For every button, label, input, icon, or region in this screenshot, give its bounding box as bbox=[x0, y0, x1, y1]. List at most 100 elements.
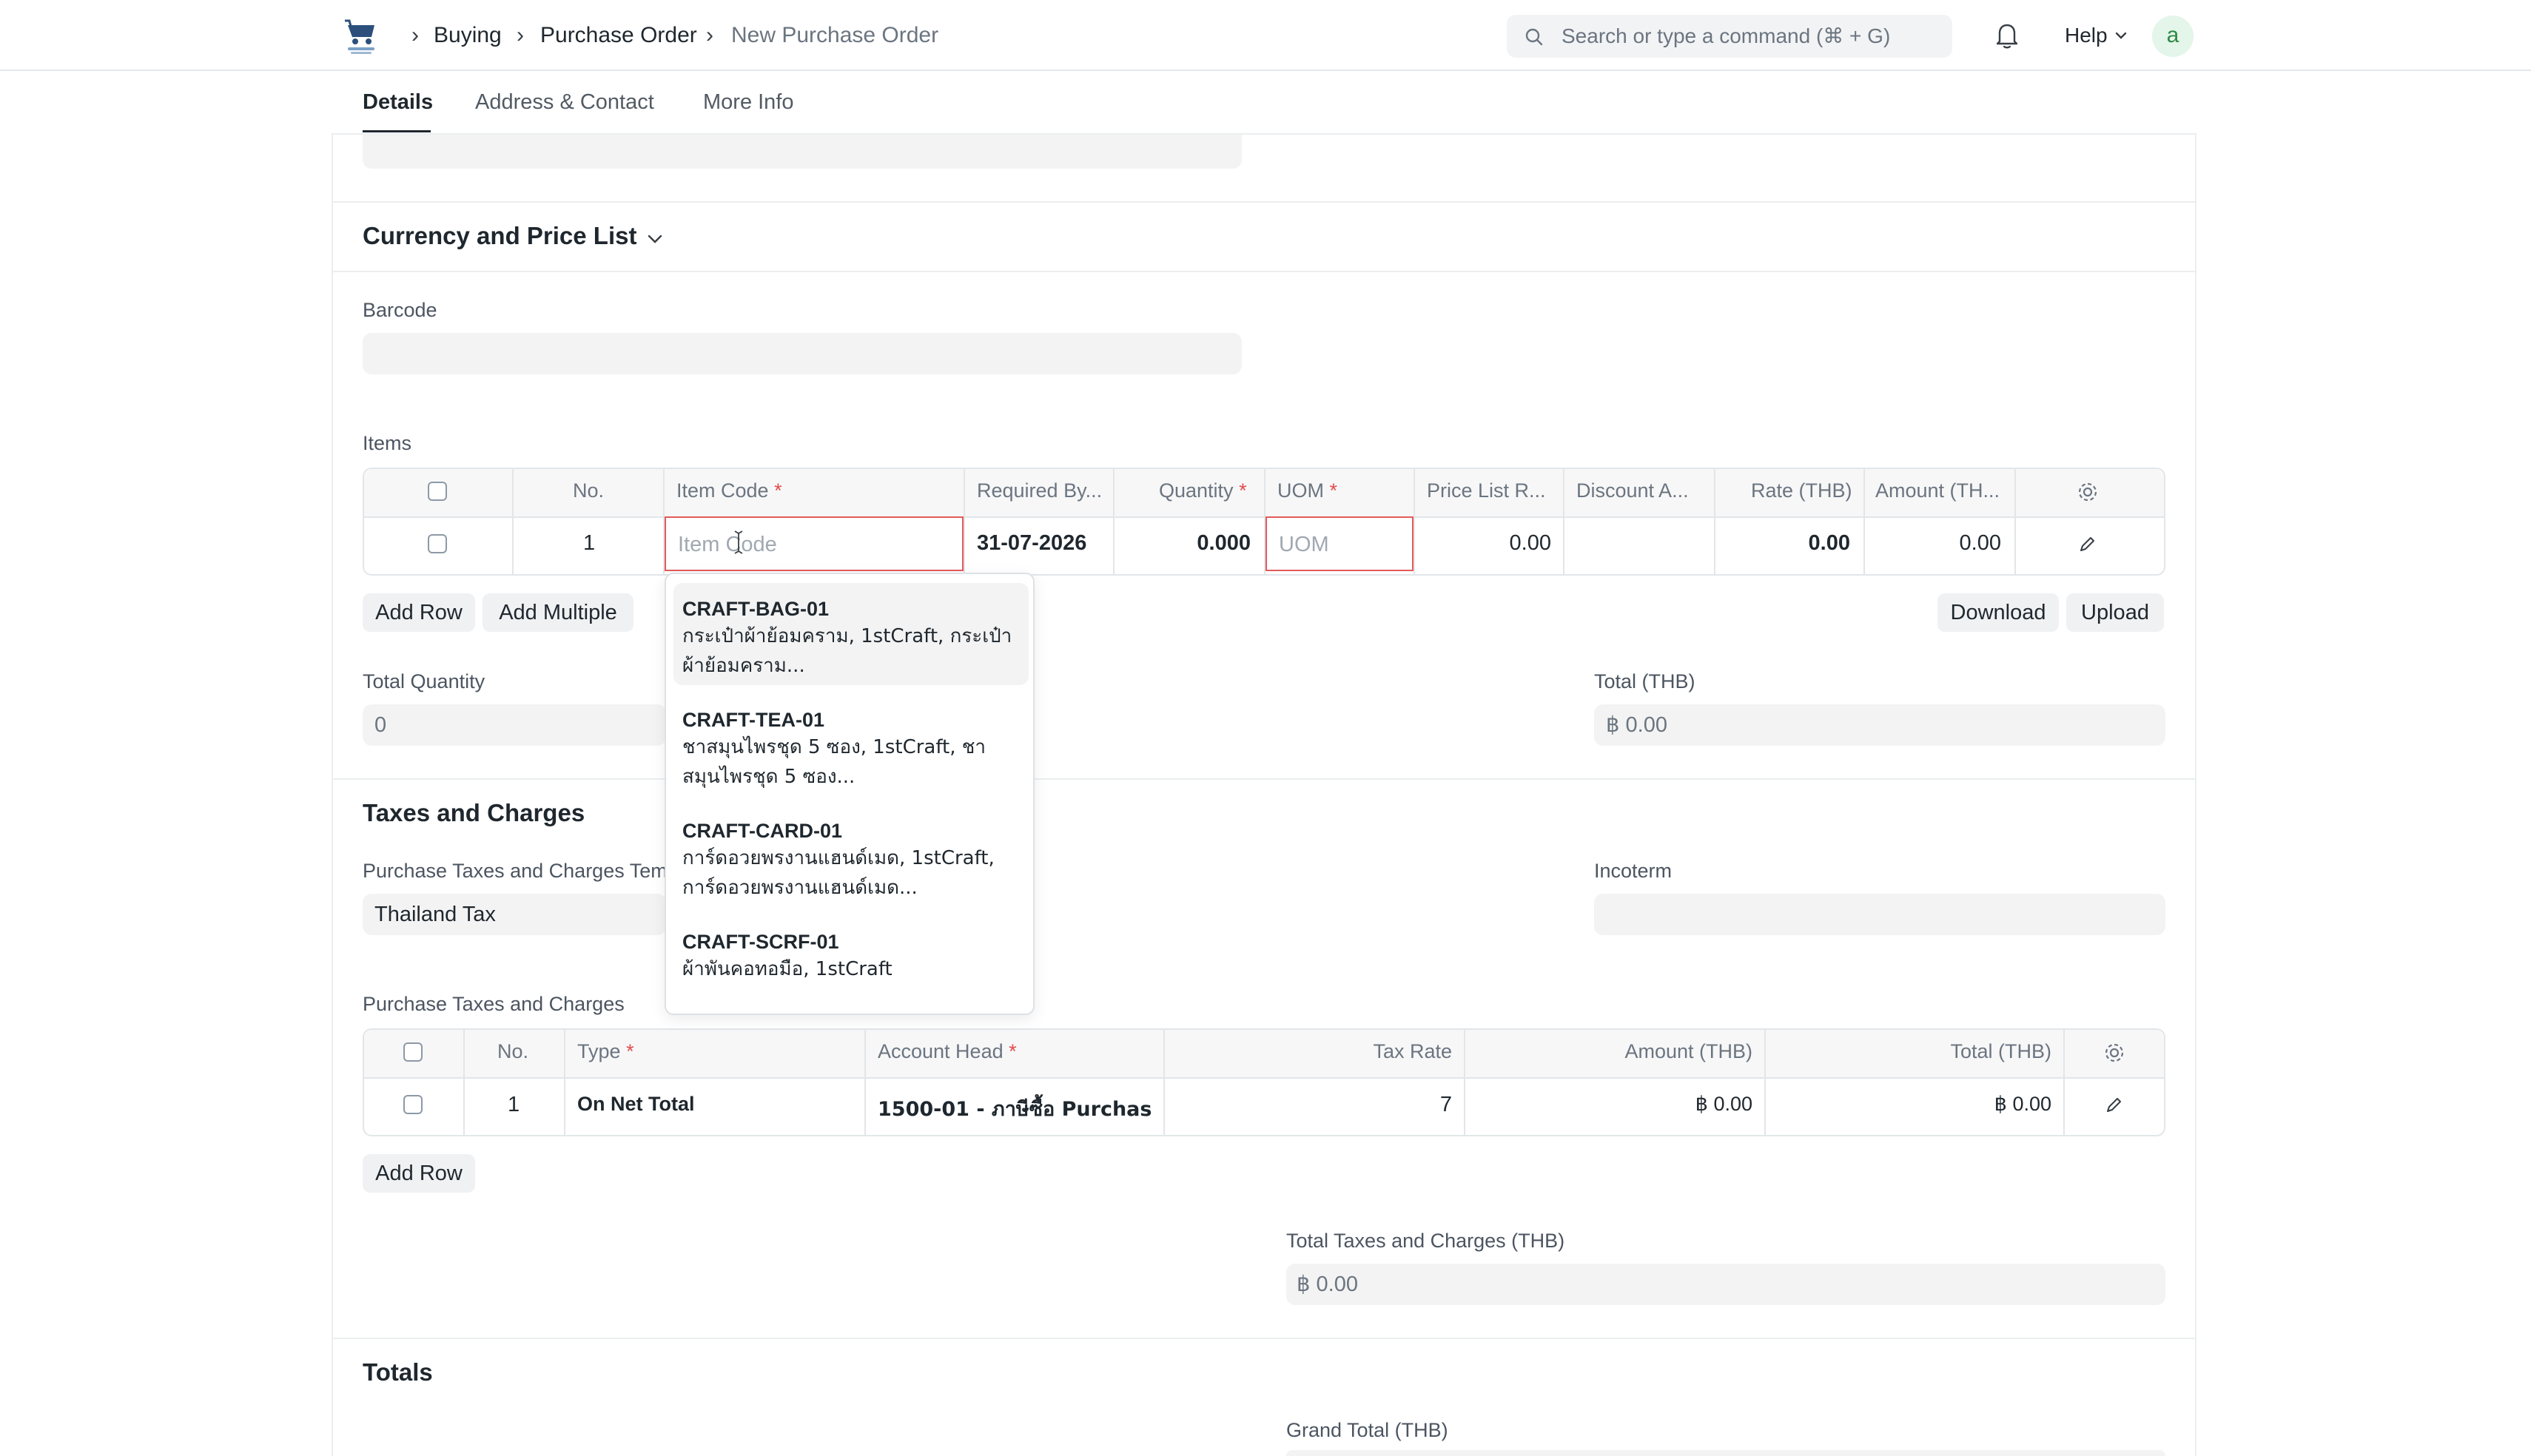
column-header-rate: Rate (THB) bbox=[1751, 479, 1852, 502]
required-mark: * bbox=[626, 1040, 634, 1062]
amount-value: 0.00 bbox=[1959, 531, 2001, 555]
column-divider bbox=[1464, 1030, 1465, 1135]
section-divider bbox=[332, 778, 2196, 780]
chevron-right-icon: › bbox=[706, 23, 713, 47]
breadcrumb-purchase-order[interactable]: Purchase Order bbox=[540, 21, 697, 50]
taxes-template-label: Purchase Taxes and Charges Template bbox=[363, 860, 666, 882]
column-header-label: Type bbox=[577, 1040, 621, 1062]
items-label: Items bbox=[363, 432, 412, 454]
gear-icon[interactable] bbox=[2103, 1042, 2125, 1064]
breadcrumb-buying[interactable]: Buying bbox=[434, 21, 502, 50]
item-code-placeholder: Item Code bbox=[678, 533, 777, 556]
total-quantity-label: Total Quantity bbox=[363, 670, 485, 692]
text-cursor-icon bbox=[734, 530, 743, 554]
search-input[interactable]: Search or type a command (⌘ + G) bbox=[1507, 15, 1952, 58]
incoterm-input[interactable] bbox=[1594, 894, 2165, 935]
option-item-code: CRAFT-CARD-01 bbox=[682, 820, 842, 842]
price-list-rate-value[interactable]: 0.00 bbox=[1418, 531, 1551, 556]
account-head-value[interactable]: 1500-01 - ภาษีซื้อ Purchase ... bbox=[878, 1093, 1152, 1125]
rate-value[interactable]: 0.00 bbox=[1717, 531, 1850, 556]
gear-icon[interactable] bbox=[2077, 481, 2099, 503]
add-row-button[interactable]: Add Row bbox=[363, 593, 475, 632]
tax-amount-value: ฿ 0.00 bbox=[1695, 1093, 1752, 1115]
tax-total-value: ฿ 0.00 bbox=[1994, 1093, 2051, 1115]
grand-total-label: Grand Total (THB) bbox=[1286, 1419, 1448, 1441]
total-label: Total (THB) bbox=[1594, 670, 1695, 692]
currency-section-title[interactable]: Currency and Price List bbox=[363, 222, 636, 250]
column-header-amount: Amount (THB) bbox=[1624, 1040, 1752, 1062]
column-header-item-code: Item Code * bbox=[676, 479, 782, 502]
total-value: ฿ 0.00 bbox=[1606, 713, 1667, 737]
column-header-amount: Amount (TH... bbox=[1875, 479, 2000, 502]
edit-icon[interactable] bbox=[2077, 534, 2097, 555]
dropdown-option[interactable]: CRAFT-SCRF-01 ผ้าพันคอทอมือ, 1stCraft bbox=[673, 916, 1029, 990]
select-all-checkbox[interactable] bbox=[428, 482, 447, 501]
previous-field-input[interactable] bbox=[363, 135, 1242, 169]
add-multiple-button[interactable]: Add Multiple bbox=[483, 593, 633, 632]
column-divider bbox=[564, 1030, 565, 1135]
tab-details[interactable]: Details bbox=[363, 87, 433, 117]
barcode-input[interactable] bbox=[363, 333, 1242, 374]
column-divider bbox=[1113, 469, 1115, 574]
select-all-checkbox[interactable] bbox=[403, 1042, 423, 1062]
upload-button[interactable]: Upload bbox=[2066, 593, 2164, 632]
breadcrumb-current: New Purchase Order bbox=[731, 23, 939, 47]
tab-address-contact[interactable]: Address & Contact bbox=[475, 87, 654, 117]
column-divider bbox=[1714, 469, 1715, 574]
app-logo[interactable] bbox=[342, 18, 380, 56]
dropdown-option[interactable]: CRAFT-TEA-01 ชาสมุนไพรชุด 5 ซอง, 1stCraf… bbox=[673, 694, 1029, 796]
column-header-label: Account Head bbox=[878, 1040, 1004, 1062]
column-header-required-by: Required By... bbox=[977, 479, 1103, 502]
notification-bell-icon[interactable] bbox=[1994, 21, 2020, 50]
quantity-value[interactable]: 0.000 bbox=[1117, 531, 1251, 556]
grand-total-field bbox=[1286, 1450, 2165, 1456]
column-header-total: Total (THB) bbox=[1950, 1040, 2051, 1062]
section-divider bbox=[332, 201, 2196, 203]
chevron-down-icon[interactable] bbox=[645, 229, 665, 249]
taxes-table-label: Purchase Taxes and Charges bbox=[363, 993, 625, 1015]
active-tab-indicator bbox=[363, 130, 431, 132]
option-item-code: CRAFT-SCRF-01 bbox=[682, 931, 839, 953]
total-quantity-field bbox=[363, 704, 666, 746]
column-header-uom: UOM * bbox=[1277, 479, 1337, 502]
chevron-down-icon bbox=[2115, 32, 2127, 39]
download-button[interactable]: Download bbox=[1937, 593, 2059, 632]
tax-type-value[interactable]: On Net Total bbox=[577, 1093, 695, 1116]
search-placeholder: Search or type a command (⌘ + G) bbox=[1562, 24, 1891, 47]
column-divider bbox=[964, 469, 965, 574]
tab-more-info[interactable]: More Info bbox=[703, 87, 794, 117]
taxes-section-title: Taxes and Charges bbox=[363, 799, 585, 826]
row-checkbox[interactable] bbox=[428, 534, 447, 553]
help-menu-button[interactable]: Help bbox=[2065, 21, 2108, 50]
edit-icon[interactable] bbox=[2103, 1095, 2124, 1116]
row-checkbox[interactable] bbox=[403, 1095, 423, 1114]
incoterm-label: Incoterm bbox=[1594, 860, 1673, 882]
taxes-template-value: Thailand Tax bbox=[374, 903, 496, 926]
totals-section-title: Totals bbox=[363, 1358, 433, 1386]
required-mark: * bbox=[1329, 479, 1338, 502]
add-tax-row-button[interactable]: Add Row bbox=[363, 1154, 475, 1193]
column-header-quantity: Quantity * bbox=[1159, 479, 1247, 502]
item-code-input[interactable]: Item Code bbox=[665, 516, 964, 571]
column-divider bbox=[1563, 469, 1564, 574]
column-header-label: Quantity bbox=[1159, 479, 1234, 502]
user-avatar[interactable]: a bbox=[2152, 16, 2194, 57]
option-item-code: CRAFT-TEA-01 bbox=[682, 709, 825, 731]
uom-placeholder: UOM bbox=[1279, 533, 1329, 556]
column-header-tax-rate: Tax Rate bbox=[1373, 1040, 1452, 1062]
column-header-label: UOM bbox=[1277, 479, 1324, 502]
column-header-label: Item Code bbox=[676, 479, 769, 502]
column-divider bbox=[1163, 1030, 1165, 1135]
section-divider bbox=[332, 271, 2196, 272]
column-header-no: No. bbox=[573, 479, 605, 502]
required-by-value[interactable]: 31-07-2026 bbox=[977, 531, 1086, 556]
tax-rate-value[interactable]: 7 bbox=[1169, 1093, 1452, 1117]
uom-input[interactable]: UOM bbox=[1266, 516, 1414, 571]
dropdown-option[interactable]: CRAFT-BAG-01 กระเป๋าผ้าย้อมคราม, 1stCraf… bbox=[673, 583, 1029, 685]
search-icon bbox=[1525, 28, 1543, 46]
total-taxes-value: ฿ 0.00 bbox=[1297, 1273, 1358, 1296]
option-item-description: การ์ดอวยพรงานแฮนด์เมด, 1stCraft, การ์ดอว… bbox=[682, 847, 995, 899]
dropdown-option[interactable]: CRAFT-CARD-01 การ์ดอวยพรงานแฮนด์เมด, 1st… bbox=[673, 805, 1029, 907]
column-divider bbox=[864, 1030, 866, 1135]
total-taxes-label: Total Taxes and Charges (THB) bbox=[1286, 1230, 1565, 1252]
